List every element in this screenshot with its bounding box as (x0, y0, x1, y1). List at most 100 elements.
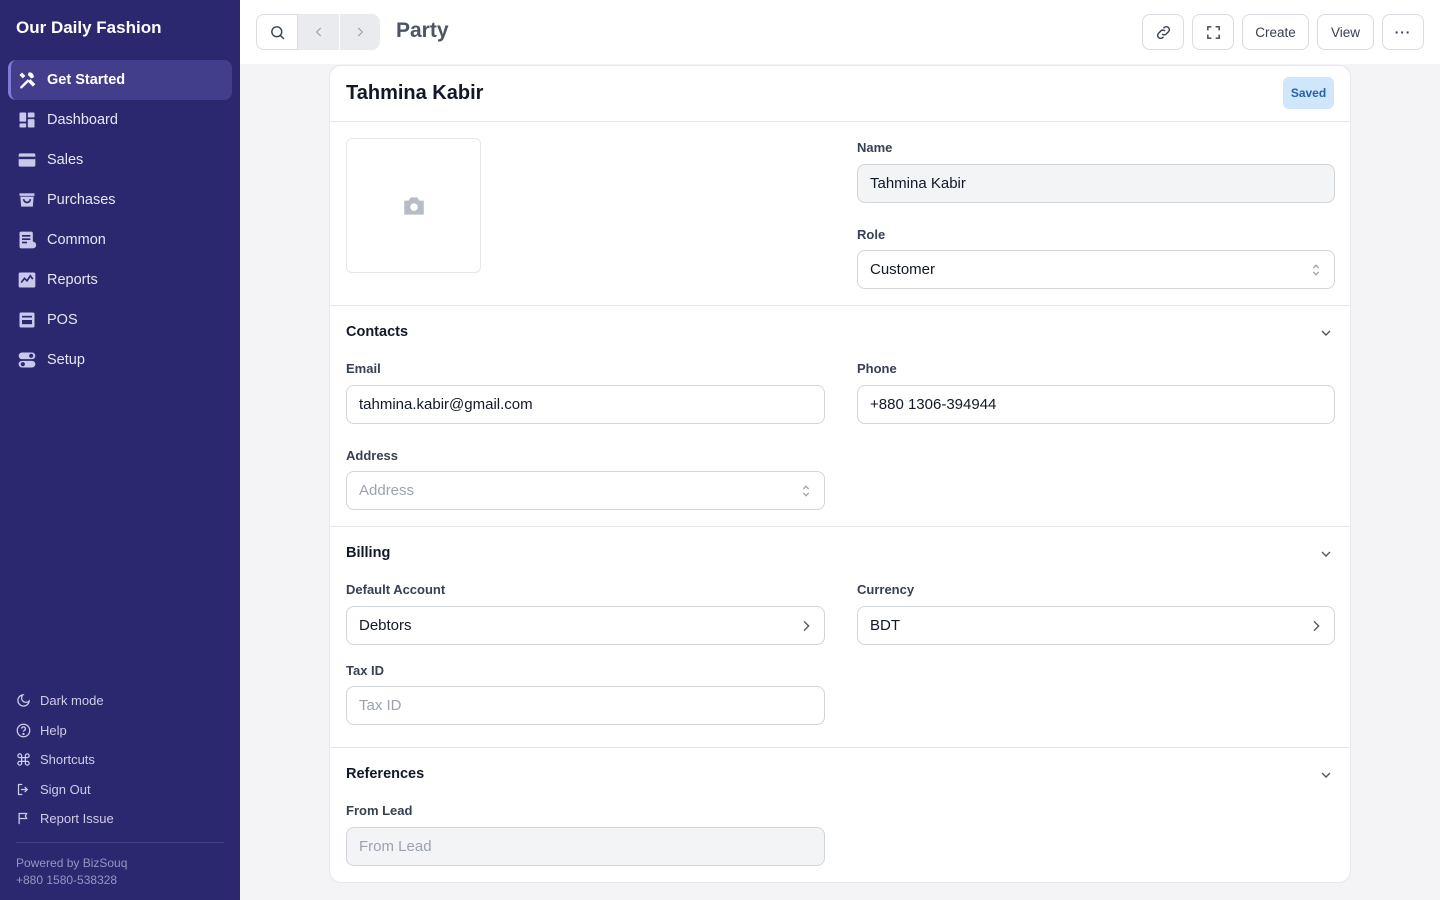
search-icon (270, 25, 284, 39)
currency-value: BDT (870, 617, 900, 634)
shortcuts-link[interactable]: Shortcuts (16, 745, 224, 775)
dark-mode-link[interactable]: Dark mode (16, 686, 224, 716)
copy-link-button[interactable] (1142, 14, 1184, 50)
phone-label: Phone (857, 361, 897, 376)
sales-icon (16, 149, 38, 171)
chevron-down-icon[interactable] (1318, 546, 1334, 562)
chevron-right-icon (1313, 620, 1320, 632)
sidebar-item-label: Common (47, 232, 106, 248)
sidebar-item-label: Purchases (47, 192, 116, 208)
currency-field[interactable]: BDT (857, 606, 1335, 645)
history-nav (298, 14, 380, 50)
common-icon (16, 229, 38, 251)
sidebar-item-label: Setup (47, 352, 85, 368)
name-value: Tahmina Kabir (870, 175, 966, 192)
chevron-right-icon (357, 27, 364, 37)
sidebar-item-sales[interactable]: Sales (8, 140, 232, 180)
section-divider (330, 305, 1350, 306)
sidebar-item-label: POS (47, 312, 78, 328)
pos-icon (16, 309, 38, 331)
card-header: Tahmina Kabir Saved (330, 66, 1350, 122)
name-label: Name (857, 140, 893, 155)
record-title: Tahmina Kabir (346, 82, 484, 104)
select-arrows-icon (802, 485, 810, 497)
from-lead-label: From Lead (346, 803, 413, 818)
command-icon (17, 753, 30, 766)
sidebar-bottom-links: Dark mode Help Shortcuts Sign Out Report… (16, 686, 224, 834)
sidebar-item-label: Dashboard (47, 112, 118, 128)
support-phone: +880 1580-538328 (16, 873, 118, 887)
default-account-field[interactable]: Debtors (346, 606, 825, 645)
role-value: Customer (870, 261, 936, 278)
sidebar-divider (16, 842, 224, 843)
phone-field[interactable]: +880 1306-394944 (857, 385, 1335, 424)
sign-out-label: Sign Out (40, 781, 91, 797)
dark-mode-label: Dark mode (40, 693, 104, 709)
sidebar-item-pos[interactable]: POS (8, 300, 232, 340)
address-placeholder: Address (359, 482, 415, 499)
role-select[interactable]: Customer (857, 250, 1335, 289)
email-label: Email (346, 361, 381, 376)
email-field[interactable]: tahmina.kabir@gmail.com (346, 385, 825, 424)
sidebar-item-common[interactable]: Common (8, 220, 232, 260)
help-label: Help (40, 722, 67, 738)
select-arrows-icon (1312, 264, 1320, 276)
create-button[interactable]: Create (1242, 14, 1309, 50)
camera-icon (403, 196, 424, 215)
name-field[interactable]: Tahmina Kabir (857, 164, 1335, 203)
setup-icon (16, 349, 38, 371)
sidebar: Our Daily Fashion Get Started Dashboard … (0, 0, 240, 900)
sidebar-item-get-started[interactable]: Get Started (8, 60, 232, 100)
default-account-label: Default Account (346, 582, 446, 597)
moon-icon (17, 694, 30, 707)
view-button[interactable]: View (1317, 14, 1374, 50)
party-form-card: Tahmina Kabir Saved Name Tahmina Kabir R… (329, 65, 1351, 883)
image-upload[interactable] (346, 138, 481, 273)
status-badge: Saved (1283, 77, 1334, 109)
section-divider (330, 526, 1350, 527)
page-title: Party (396, 19, 449, 42)
search-button[interactable] (256, 14, 298, 50)
chevron-down-icon[interactable] (1318, 325, 1334, 341)
sidebar-item-setup[interactable]: Setup (8, 340, 232, 380)
sidebar-nav: Get Started Dashboard Sales Purchases Co… (8, 60, 232, 380)
address-select[interactable]: Address (346, 471, 825, 510)
chevron-down-icon[interactable] (1318, 767, 1334, 783)
from-lead-field[interactable]: From Lead (346, 827, 825, 866)
sidebar-item-reports[interactable]: Reports (8, 260, 232, 300)
topbar: Party Create View ··· (240, 0, 1440, 64)
dashboard-icon (16, 109, 38, 131)
sidebar-item-label: Get Started (47, 72, 126, 88)
flag-icon (18, 813, 28, 825)
default-account-value: Debtors (359, 617, 412, 634)
sidebar-item-label: Reports (47, 272, 98, 288)
tax-id-field[interactable]: Tax ID (346, 686, 825, 725)
help-link[interactable]: Help (16, 716, 224, 746)
sign-out-link[interactable]: Sign Out (16, 775, 224, 805)
brand-name: Our Daily Fashion (16, 18, 162, 37)
phone-value: +880 1306-394944 (870, 396, 997, 413)
tools-icon (16, 69, 38, 91)
references-section-title: References (346, 766, 425, 782)
reports-icon (16, 269, 38, 291)
help-icon (16, 723, 31, 738)
sidebar-item-purchases[interactable]: Purchases (8, 180, 232, 220)
link-icon (1156, 25, 1170, 39)
report-issue-link[interactable]: Report Issue (16, 804, 224, 834)
address-label: Address (346, 448, 399, 463)
forward-button[interactable] (339, 14, 380, 50)
sign-out-icon (17, 783, 29, 795)
back-button[interactable] (298, 14, 339, 50)
more-options-button[interactable]: ··· (1382, 14, 1424, 50)
currency-label: Currency (857, 582, 915, 597)
billing-section-title: Billing (346, 545, 391, 561)
from-lead-placeholder: From Lead (359, 838, 432, 855)
fullscreen-button[interactable] (1192, 14, 1234, 50)
shortcuts-label: Shortcuts (40, 752, 95, 768)
section-divider (330, 747, 1350, 748)
contacts-section-title: Contacts (346, 324, 409, 340)
sidebar-item-label: Sales (47, 152, 84, 168)
sidebar-item-dashboard[interactable]: Dashboard (8, 100, 232, 140)
expand-icon (1206, 25, 1220, 39)
email-value: tahmina.kabir@gmail.com (359, 396, 533, 413)
